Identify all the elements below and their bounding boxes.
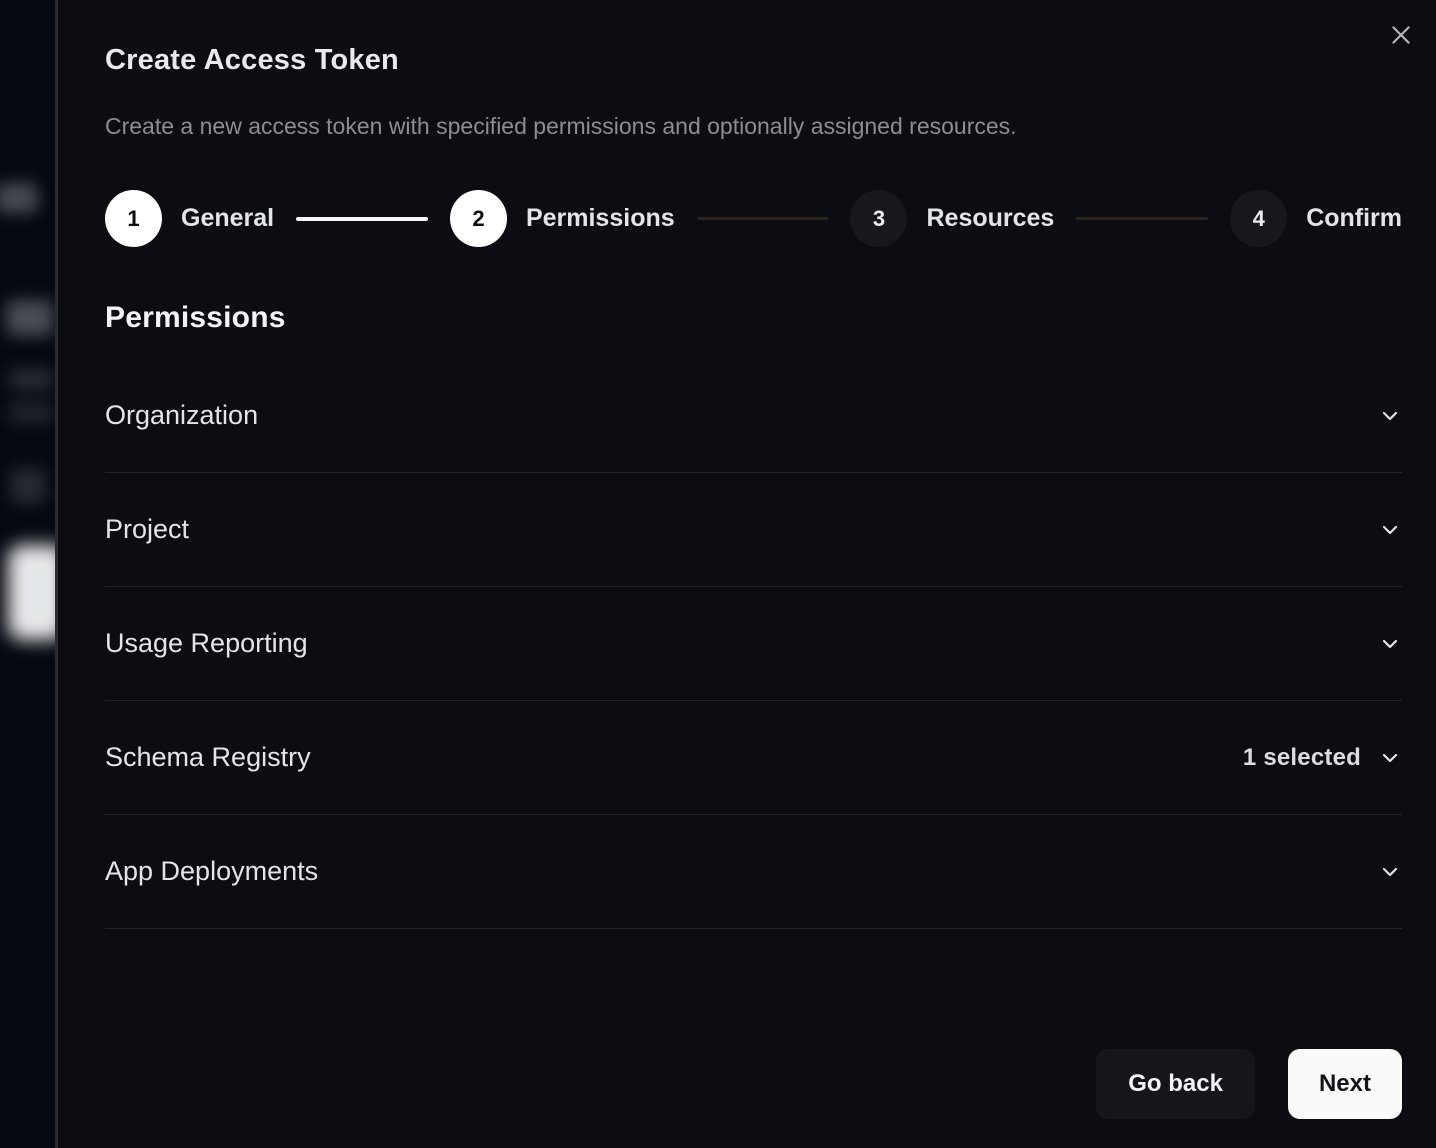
accordion-row-schema-registry[interactable]: Schema Registry 1 selected (105, 701, 1402, 815)
step-resources[interactable]: 3 Resources (850, 190, 1054, 247)
chevron-down-icon (1378, 404, 1402, 428)
modal-subtitle: Create a new access token with specified… (105, 113, 1402, 139)
step-permissions[interactable]: 2 Permissions (450, 190, 675, 247)
step-label: Confirm (1306, 204, 1402, 233)
step-label: Resources (926, 204, 1054, 233)
accordion-row-label: Organization (105, 400, 258, 431)
background-blur-shape (8, 402, 54, 424)
accordion-row-usage-reporting[interactable]: Usage Reporting (105, 587, 1402, 701)
accordion-row-right: 1 selected (1243, 744, 1402, 772)
accordion-row-project[interactable]: Project (105, 473, 1402, 587)
step-number-badge: 3 (850, 190, 907, 247)
background-blur-shape (0, 183, 38, 213)
modal-footer: Go back Next (1096, 1049, 1402, 1119)
chevron-down-icon (1378, 632, 1402, 656)
step-label: General (181, 204, 274, 233)
chevron-down-icon (1378, 860, 1402, 884)
accordion-row-label: Schema Registry (105, 742, 311, 773)
accordion-row-organization[interactable]: Organization (105, 359, 1402, 473)
step-number-badge: 2 (450, 190, 507, 247)
chevron-down-icon (1378, 518, 1402, 542)
background-blur-shape (6, 300, 54, 336)
accordion-row-right (1378, 518, 1402, 542)
accordion-row-label: Usage Reporting (105, 628, 308, 659)
step-connector (697, 217, 829, 220)
step-connector (1076, 217, 1208, 220)
x-icon (1388, 22, 1414, 48)
background-blur-shape (10, 468, 46, 504)
go-back-button[interactable]: Go back (1096, 1049, 1255, 1119)
background-page (0, 0, 55, 1148)
accordion-row-right (1378, 632, 1402, 656)
modal-title: Create Access Token (105, 44, 1402, 77)
background-blur-shape (8, 368, 54, 390)
chevron-down-icon (1378, 746, 1402, 770)
step-number-badge: 4 (1230, 190, 1287, 247)
accordion-row-label: App Deployments (105, 856, 318, 887)
create-access-token-modal: Create Access Token Create a new access … (55, 0, 1436, 1148)
wizard-stepper: 1 General 2 Permissions 3 Resources 4 Co… (105, 190, 1402, 247)
step-number-badge: 1 (105, 190, 162, 247)
accordion-row-app-deployments[interactable]: App Deployments (105, 815, 1402, 929)
step-connector (296, 217, 428, 221)
step-general[interactable]: 1 General (105, 190, 274, 247)
step-label: Permissions (526, 204, 675, 233)
close-button[interactable] (1382, 16, 1420, 54)
next-button[interactable]: Next (1288, 1049, 1402, 1119)
selected-count-badge: 1 selected (1243, 744, 1361, 772)
accordion-row-label: Project (105, 514, 189, 545)
step-confirm[interactable]: 4 Confirm (1230, 190, 1402, 247)
section-heading-permissions: Permissions (105, 300, 1402, 335)
accordion-row-right (1378, 404, 1402, 428)
permissions-accordion: Organization Project Usage Reporting (105, 359, 1402, 929)
accordion-row-right (1378, 860, 1402, 884)
